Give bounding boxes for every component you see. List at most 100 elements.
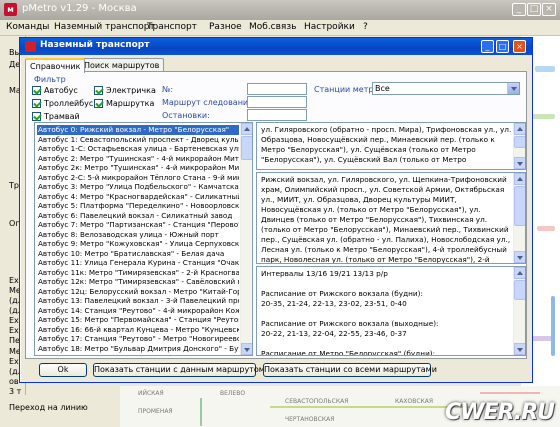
menu-help[interactable]: ? — [363, 22, 368, 32]
bus-checkbox-label: Автобус — [44, 86, 78, 95]
list-item[interactable]: Автобус 14: Станция "Реутово" - 4-й микр… — [37, 306, 239, 316]
list-item[interactable]: Автобус 2: Метро "Тушинская" - 4-й микро… — [37, 154, 239, 164]
list-item[interactable]: Автобус 13: Павелецкий вокзал - 3-й Паве… — [37, 296, 239, 306]
list-item[interactable]: Автобус 1-С: Остафьевская улица - Бартен… — [37, 144, 239, 154]
ok-button[interactable]: Ok — [39, 363, 87, 377]
trolleybus-checkbox[interactable] — [32, 99, 41, 108]
dialog-minimize-button[interactable]: _ — [481, 40, 494, 53]
dialog-app-icon — [25, 41, 36, 52]
train-checkbox-label: Электричка — [106, 86, 156, 95]
train-checkbox[interactable] — [94, 86, 103, 95]
show-all-stations-button[interactable]: Показать станции со всеми маршрутами — [263, 363, 437, 377]
scrollbar-thumb[interactable] — [241, 136, 252, 160]
list-item[interactable]: Автобус 0: Рижский вокзал - Метро "Белор… — [37, 125, 239, 135]
route-stops-box[interactable]: Рижский вокзал, ул. Гиляровского, ул. Ще… — [256, 172, 526, 264]
filter-label: Фильтр — [34, 75, 66, 84]
route-stops-text: Рижский вокзал, ул. Гиляровского, ул. Ще… — [261, 175, 511, 264]
schedule-box[interactable]: Интервалы 13/16 19/21 13/13 р/р Расписан… — [256, 266, 526, 356]
list-item[interactable]: Автобус 11: Улица Генерала Курина - Стан… — [37, 258, 239, 268]
left-fragment: Ex — [9, 357, 19, 366]
scroll-down-arrow-icon[interactable] — [514, 343, 525, 355]
scroll-down-arrow-icon[interactable] — [514, 157, 525, 169]
route-path-box[interactable]: ул. Гиляровского (обратно - просп. Мира)… — [256, 122, 526, 170]
map-station-label: СЕВАСТОПОЛЬСКАЯ — [285, 398, 349, 405]
route-input[interactable] — [247, 96, 307, 108]
tab-route-search[interactable]: Поиск маршрутов — [79, 58, 165, 72]
routes-list-scrollbar[interactable] — [240, 123, 252, 355]
list-item[interactable]: Автобус 15: Метро "Первомайская" - Станц… — [37, 315, 239, 325]
metro-stations-select[interactable]: Все — [372, 82, 520, 95]
main-titlebar: м pMetro v1.29 - Москва _ □ × — [0, 0, 560, 20]
list-item[interactable]: Автобус 9: Метро "Кожуховская" - Улица С… — [37, 239, 239, 249]
route-path-scrollbar[interactable] — [513, 123, 525, 169]
scrollbar-thumb[interactable] — [514, 186, 525, 226]
dialog-titlebar[interactable]: Наземный транспорт _ □ × — [20, 38, 532, 55]
schedule-scrollbar[interactable] — [513, 267, 525, 355]
main-window-title: pMetro v1.29 - Москва — [22, 3, 137, 14]
scroll-down-arrow-icon[interactable] — [514, 251, 525, 263]
left-fragment: Ex — [9, 326, 19, 335]
trolleybus-checkbox-label: Троллейбус — [44, 99, 94, 108]
route-stops-scrollbar[interactable] — [513, 173, 525, 263]
list-item[interactable]: Автобус 12к: Метро "Тимирязевская" - Сав… — [37, 277, 239, 287]
map-line-segment — [200, 398, 202, 426]
scroll-up-arrow-icon[interactable] — [514, 267, 525, 279]
route-label: Маршрут следования: — [162, 98, 256, 107]
map-station-label: КАХОВСКАЯ — [395, 398, 434, 405]
list-item[interactable]: Автобус 7: Метро "Партизанская" - Станци… — [37, 220, 239, 230]
main-close-button[interactable]: × — [542, 3, 556, 16]
scroll-up-arrow-icon[interactable] — [241, 123, 252, 135]
menu-misc[interactable]: Разное — [209, 22, 242, 32]
left-fragment: Вь — [9, 48, 20, 57]
list-item[interactable]: Автобус 2-С: 5-й микрорайон Тёплого Стан… — [37, 173, 239, 183]
list-item[interactable]: Автобус 18: Метро "Бульвар Дмитрия Донск… — [37, 344, 239, 354]
scrollbar-thumb[interactable] — [514, 136, 525, 148]
scroll-down-arrow-icon[interactable] — [241, 343, 252, 355]
list-item[interactable]: Автобус 8: Велозаводская улица - Южный п… — [37, 230, 239, 240]
list-item[interactable]: Автобус 12ц: Белорусский вокзал - Метро … — [37, 287, 239, 297]
list-item[interactable]: Автобус 5: Платформа "Переделкино" - Нов… — [37, 201, 239, 211]
minibus-checkbox-label: Маршрутка — [106, 99, 155, 108]
tab-directory[interactable]: Справочник — [25, 58, 86, 73]
map-line-segment — [270, 406, 470, 408]
menu-mobile[interactable]: Моб.связь — [249, 22, 296, 32]
bus-checkbox[interactable] — [32, 86, 41, 95]
list-item[interactable]: Автобус 17: Станция "Реутово" - Метро "Н… — [37, 334, 239, 344]
menu-ground-transport[interactable]: Наземный транспорт — [54, 22, 155, 32]
status-text: Переход на линию — [9, 403, 88, 412]
dialog-close-button[interactable]: × — [513, 40, 526, 53]
map-station-label: ВЕЛЕВО — [220, 390, 246, 397]
list-item[interactable]: Автобус 16: 66-й квартал Кунцева - Метро… — [37, 325, 239, 335]
stops-input[interactable] — [247, 109, 307, 121]
map-station-label: ПРОМЕНАЯ — [138, 408, 173, 415]
scrollbar-thumb[interactable] — [514, 280, 525, 300]
tram-checkbox[interactable] — [32, 112, 41, 121]
list-item[interactable]: Автобус 6: Павелецкий вокзал - Силикатны… — [37, 211, 239, 221]
list-item[interactable]: Автобус 2к: Метро "Тушинская" - 4-й микр… — [37, 163, 239, 173]
schedule-text: Интервалы 13/16 19/21 13/13 р/р Расписан… — [261, 269, 439, 356]
list-item[interactable]: Автобус 10: Метро "Братиславская" - Бела… — [37, 249, 239, 259]
menu-transport[interactable]: Транспорт — [147, 22, 197, 32]
scroll-up-arrow-icon[interactable] — [514, 173, 525, 185]
scroll-up-arrow-icon[interactable] — [514, 123, 525, 135]
menu-settings[interactable]: Настройки — [304, 22, 355, 32]
number-input[interactable] — [247, 83, 307, 95]
menu-commands[interactable]: Команды — [6, 22, 49, 32]
left-fragment: Тр — [9, 181, 19, 190]
minibus-checkbox[interactable] — [94, 99, 103, 108]
main-minimize-button[interactable]: _ — [512, 3, 526, 16]
map-station-label — [535, 66, 555, 72]
chevron-down-icon[interactable] — [507, 83, 519, 94]
list-item[interactable]: Автобус 11к: Метро "Тимирязевская" - 2-й… — [37, 268, 239, 278]
list-item[interactable]: Автобус 4: Метро "Красногвардейская" - С… — [37, 192, 239, 202]
list-item[interactable]: Автобус 1: Севастопольский проспект - Дв… — [37, 135, 239, 145]
show-route-stations-button[interactable]: Показать станции с данным маршрутом — [93, 363, 265, 377]
list-item[interactable]: Автобус 3: Метро "Улица Подбельского" - … — [37, 182, 239, 192]
routes-list[interactable]: Автобус 0: Рижский вокзал - Метро "Белор… — [34, 122, 253, 356]
left-fragment: Ex — [9, 316, 19, 325]
route-path-text: ул. Гиляровского (обратно - просп. Мира)… — [261, 125, 512, 164]
dialog-maximize-button[interactable]: □ — [496, 40, 509, 53]
map-line-segment — [480, 392, 540, 394]
left-fragment: Ex — [9, 276, 19, 285]
main-maximize-button[interactable]: □ — [527, 3, 541, 16]
